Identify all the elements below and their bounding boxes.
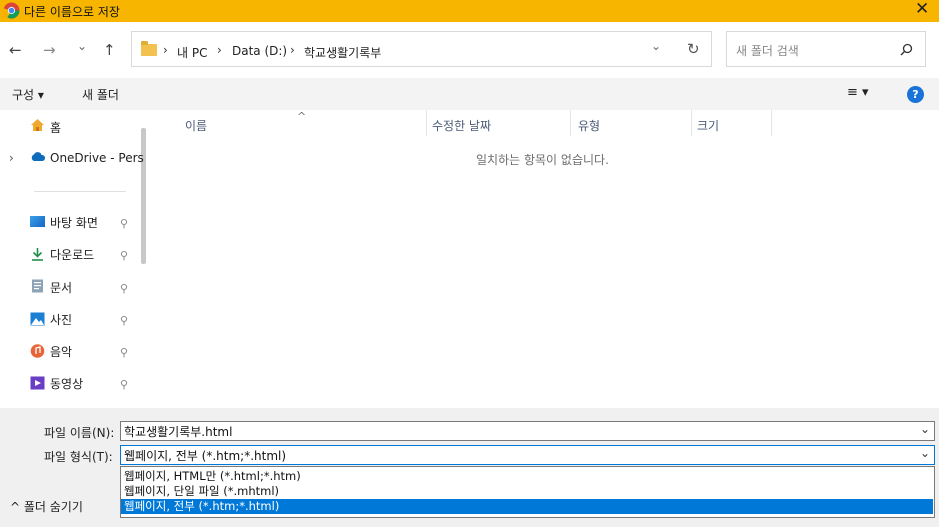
breadcrumb-separator: ›	[290, 43, 295, 57]
home-icon	[31, 119, 44, 131]
sidebar-item-downloads[interactable]: 다운로드	[50, 246, 94, 263]
pin-icon: ⚲	[120, 217, 129, 230]
up-button[interactable]: ↑	[103, 41, 116, 59]
column-divider[interactable]	[426, 110, 427, 136]
breadcrumb-this-pc[interactable]: 내 PC	[177, 44, 207, 61]
filetype-option-selected[interactable]: 웹페이지, 전부 (*.htm;*.html)	[121, 499, 933, 514]
sidebar-divider	[34, 191, 126, 192]
sort-ascending-icon: ^	[297, 110, 307, 123]
column-header-type[interactable]: 유형	[578, 117, 600, 134]
pin-icon: ⚲	[120, 249, 129, 262]
sidebar-item-videos[interactable]: 동영상	[50, 375, 83, 392]
filename-dropdown-chevron-icon[interactable]: ⌄	[920, 422, 930, 436]
filename-input[interactable]	[120, 421, 935, 441]
breadcrumb-separator: ›	[217, 43, 222, 57]
search-placeholder: 새 폴더 검색	[736, 44, 799, 58]
cloud-icon	[31, 152, 46, 161]
sidebar-item-onedrive[interactable]: OneDrive - Pers	[50, 151, 144, 165]
hide-folders-button[interactable]: ^ 폴더 숨기기	[10, 498, 83, 515]
sidebar-item-pictures[interactable]: 사진	[50, 311, 72, 328]
back-button[interactable]: ←	[9, 41, 22, 59]
pin-icon: ⚲	[120, 314, 129, 327]
column-header-name[interactable]: 이름	[185, 117, 207, 134]
sidebar-item-desktop[interactable]: 바탕 화면	[50, 214, 98, 231]
help-icon[interactable]: ?	[907, 86, 924, 103]
column-divider[interactable]	[691, 110, 692, 136]
expand-chevron-icon[interactable]: ›	[9, 151, 14, 165]
title-bar	[0, 0, 939, 22]
document-icon	[32, 279, 43, 293]
empty-folder-message: 일치하는 항목이 없습니다.	[476, 153, 609, 167]
recent-locations-button[interactable]: ⌄	[77, 39, 87, 53]
filetype-value[interactable]: 웹페이지, 전부 (*.htm;*.html)	[124, 447, 286, 464]
window-title: 다른 이름으로 저장	[24, 5, 120, 19]
pin-icon: ⚲	[120, 346, 129, 359]
pin-icon: ⚲	[120, 378, 129, 391]
desktop-icon	[30, 216, 45, 227]
filetype-label: 파일 형식(T):	[44, 450, 113, 464]
new-folder-button[interactable]: 새 폴더	[82, 86, 119, 103]
column-header-date-modified[interactable]: 수정한 날짜	[432, 117, 491, 134]
breadcrumb-current-folder[interactable]: 학교생활기록부	[304, 44, 381, 61]
sidebar-item-home[interactable]: 홈	[50, 119, 61, 136]
sidebar-item-documents[interactable]: 문서	[50, 279, 72, 296]
column-divider[interactable]	[771, 110, 772, 136]
navigation-scrollbar[interactable]	[141, 128, 146, 264]
address-dropdown-button[interactable]: ⌄	[651, 39, 661, 53]
picture-icon	[30, 312, 45, 326]
video-icon	[30, 376, 45, 390]
close-button[interactable]: ✕	[915, 0, 929, 19]
music-icon	[30, 344, 45, 358]
command-bar	[0, 78, 939, 110]
filetype-option[interactable]: 웹페이지, 단일 파일 (*.mhtml)	[121, 484, 933, 499]
column-header-size[interactable]: 크기	[697, 117, 719, 134]
breadcrumb-data-drive[interactable]: Data (D:)	[232, 44, 287, 58]
chrome-icon	[3, 2, 20, 19]
filename-value[interactable]: 학교생활기록부.html	[124, 423, 232, 440]
forward-button[interactable]: →	[43, 41, 56, 59]
view-options-button[interactable]: ≡ ▾	[847, 85, 869, 100]
breadcrumb-separator: ›	[163, 43, 168, 57]
search-icon[interactable]	[900, 43, 913, 56]
pin-icon: ⚲	[120, 282, 129, 295]
filetype-option[interactable]: 웹페이지, HTML만 (*.html;*.htm)	[121, 469, 933, 484]
sidebar-item-music[interactable]: 음악	[50, 343, 72, 360]
filename-label: 파일 이름(N):	[44, 426, 115, 440]
download-icon	[32, 248, 43, 261]
column-divider[interactable]	[570, 110, 571, 136]
filetype-dropdown-chevron-icon[interactable]: ⌄	[920, 446, 930, 460]
folder-icon	[141, 41, 157, 56]
organize-button[interactable]: 구성 ▾	[12, 86, 44, 103]
refresh-button[interactable]: ↻	[687, 40, 700, 58]
